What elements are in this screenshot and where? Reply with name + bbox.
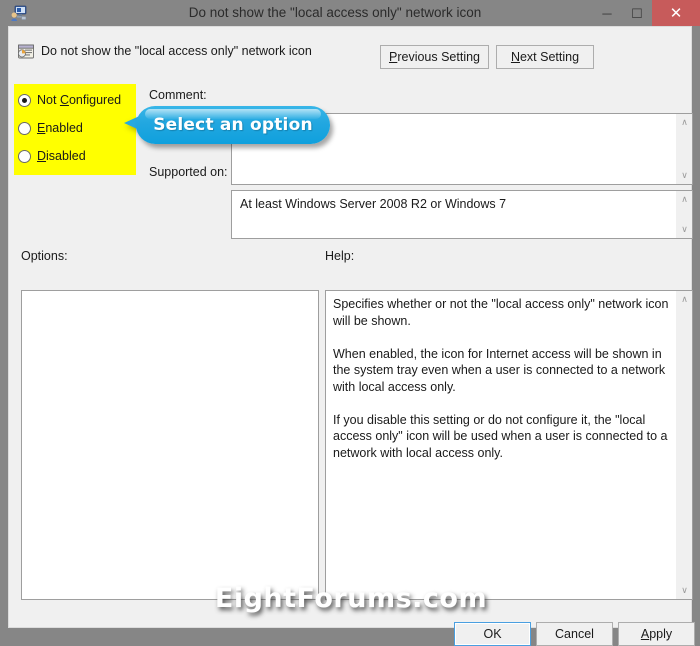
apply-accel: A: [640, 627, 650, 641]
chevron-down-icon[interactable]: ∨: [676, 582, 693, 599]
setting-name-label: Do not show the "local access only" netw…: [41, 44, 312, 58]
close-button[interactable]: ✕: [652, 0, 700, 26]
supported-on-value: At least Windows Server 2008 R2 or Windo…: [240, 197, 507, 211]
radio-not-configured[interactable]: Not Configured: [18, 91, 121, 109]
maximize-icon: ☐: [631, 5, 643, 21]
help-text: Specifies whether or not the "local acce…: [333, 297, 669, 460]
next-setting-accel: N: [510, 50, 520, 64]
radio-enabled-label: Enabled: [37, 121, 83, 135]
chevron-down-icon[interactable]: ∨: [676, 167, 693, 184]
title-bar: Do not show the "local access only" netw…: [0, 0, 700, 26]
callout-text: Select an option: [153, 115, 313, 135]
callout-bubble: Select an option: [136, 106, 330, 144]
radio-disabled-mark: [18, 149, 31, 163]
chevron-up-icon[interactable]: ∧: [676, 114, 693, 131]
next-setting-label: ext Setting: [519, 50, 580, 64]
comment-scrollbar[interactable]: ∧ ∨: [675, 114, 692, 184]
chevron-up-icon[interactable]: ∧: [676, 191, 693, 208]
minimize-icon: ─: [602, 5, 612, 21]
chevron-down-icon[interactable]: ∨: [676, 221, 693, 238]
ok-button[interactable]: OK: [454, 622, 531, 646]
radio-not-configured-label: Not Configured: [37, 93, 122, 107]
help-scrollbar[interactable]: ∧ ∨: [675, 291, 692, 599]
cancel-button[interactable]: Cancel: [536, 622, 613, 646]
previous-setting-button[interactable]: Previous Setting: [380, 45, 489, 69]
policy-setting-icon: [17, 43, 35, 61]
network-computer-icon: [10, 4, 28, 22]
comment-label: Comment:: [149, 88, 207, 102]
maximize-button[interactable]: ☐: [622, 0, 652, 26]
options-panel[interactable]: [21, 290, 319, 600]
radio-enabled[interactable]: Enabled: [18, 119, 83, 137]
radio-disabled[interactable]: Disabled: [18, 147, 86, 165]
supported-on-label: Supported on:: [149, 165, 228, 179]
previous-setting-label: revious Setting: [397, 50, 481, 64]
options-label: Options:: [21, 249, 68, 263]
apply-label: pply: [649, 627, 673, 641]
chevron-up-icon[interactable]: ∧: [676, 291, 693, 308]
radio-enabled-mark: [18, 121, 31, 135]
next-setting-button[interactable]: Next Setting: [496, 45, 594, 69]
supported-on-field: At least Windows Server 2008 R2 or Windo…: [231, 190, 693, 239]
close-icon: ✕: [669, 4, 683, 22]
radio-not-configured-mark: [18, 93, 31, 107]
supported-on-scrollbar[interactable]: ∧ ∨: [675, 191, 692, 238]
group-policy-setting-dialog: Do not show the "local access only" netw…: [0, 0, 700, 646]
apply-button[interactable]: Apply: [618, 622, 695, 646]
help-panel: Specifies whether or not the "local acce…: [325, 290, 693, 600]
minimize-button[interactable]: ─: [592, 0, 622, 26]
help-label: Help:: [325, 249, 355, 263]
radio-disabled-label: Disabled: [37, 149, 86, 163]
dialog-client-area: Do not show the "local access only" netw…: [8, 26, 695, 646]
window-title: Do not show the "local access only" netw…: [188, 5, 482, 20]
